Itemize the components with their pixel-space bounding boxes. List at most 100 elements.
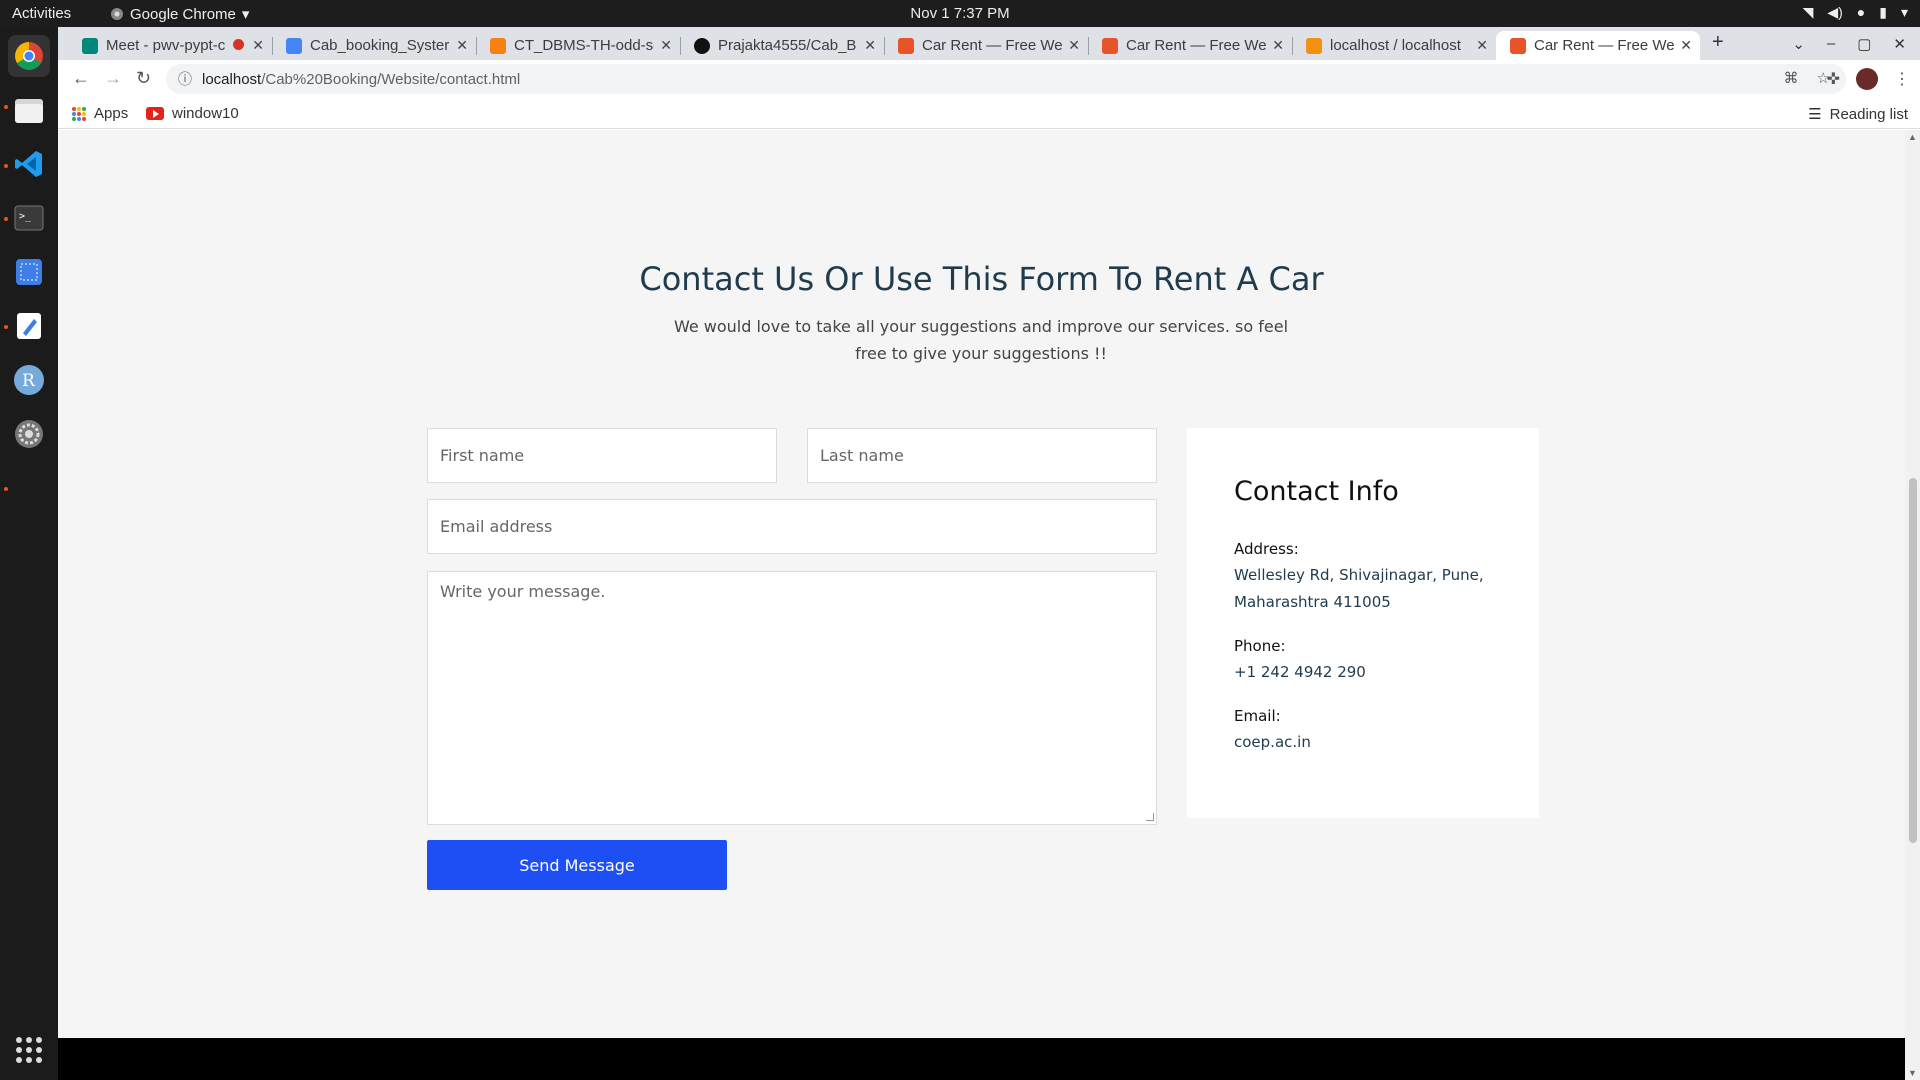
tab-car-rent-2[interactable]: Car Rent — Free Web ✕ <box>1088 31 1292 60</box>
minimize-button[interactable]: – <box>1827 35 1835 52</box>
close-icon[interactable]: ✕ <box>252 37 264 54</box>
reload-icon[interactable]: ↻ <box>136 68 151 89</box>
tab-title: Cab_booking_Syster <box>310 37 450 54</box>
email-input[interactable]: Email address <box>427 499 1157 554</box>
google-meet-icon <box>82 37 98 54</box>
system-tray[interactable]: ◥ ◀) ● ▮ ▾ <box>1803 4 1908 21</box>
svg-text:R: R <box>22 371 36 391</box>
restore-button[interactable]: ▢ <box>1857 35 1871 53</box>
tab-strip: Meet - pwv-pypt-c ✕ Cab_booking_Syster ✕… <box>58 27 1920 60</box>
tab-car-rent-1[interactable]: Car Rent — Free Web ✕ <box>884 31 1088 60</box>
volume-icon: ◀) <box>1827 4 1843 20</box>
colorlib-icon <box>1102 37 1118 54</box>
close-icon[interactable]: ✕ <box>1680 37 1692 54</box>
contact-info-card: Contact Info Address: Wellesley Rd, Shiv… <box>1187 428 1539 818</box>
tab-phpmyadmin[interactable]: localhost / localhost ✕ <box>1292 31 1496 60</box>
dock-settings[interactable] <box>8 413 50 455</box>
github-icon <box>694 37 710 54</box>
page-footer-bar <box>58 1038 1905 1080</box>
wifi-icon: ◥ <box>1802 4 1814 20</box>
new-tab-button[interactable]: + <box>1712 31 1724 54</box>
scrollbar-thumb[interactable] <box>1909 478 1917 843</box>
close-icon[interactable]: ✕ <box>660 37 672 54</box>
clock[interactable]: Nov 1 7:37 PM <box>0 5 1920 22</box>
extensions-puzzle-icon[interactable]: ✜ <box>1827 69 1840 89</box>
tab-search-icon[interactable]: ⌄ <box>1792 35 1805 53</box>
tab-title: localhost / localhost <box>1330 37 1461 54</box>
dock-text-editor[interactable] <box>8 305 50 347</box>
show-apps-icon[interactable] <box>16 1037 42 1063</box>
close-icon[interactable]: ✕ <box>1272 37 1284 54</box>
youtube-icon <box>146 107 164 120</box>
screenshot-icon <box>16 259 42 285</box>
moodle-icon <box>490 37 506 54</box>
tab-github[interactable]: Prajakta4555/Cab_B ✕ <box>680 31 884 60</box>
tab-docs[interactable]: Cab_booking_Syster ✕ <box>272 31 476 60</box>
dock-files[interactable] <box>8 89 50 131</box>
dock-vscode[interactable] <box>8 143 50 185</box>
scroll-up-icon[interactable]: ▲ <box>1908 132 1917 142</box>
tab-title: CT_DBMS-TH-odd-se <box>514 37 654 54</box>
tab-title: Prajakta4555/Cab_B <box>718 37 857 54</box>
profile-avatar[interactable] <box>1856 68 1878 90</box>
battery-icon: ▮ <box>1879 4 1887 20</box>
tab-meet[interactable]: Meet - pwv-pypt-c ✕ <box>68 31 272 60</box>
colorlib-icon <box>898 37 914 54</box>
contact-info-heading: Contact Info <box>1234 476 1399 507</box>
back-arrow-icon[interactable]: ← <box>72 68 90 89</box>
bookmark-label: Apps <box>94 105 129 122</box>
email-value[interactable]: coep.ac.in <box>1234 729 1504 756</box>
phone-value[interactable]: +1 242 4942 290 <box>1234 659 1504 686</box>
bookmark-apps[interactable]: Apps <box>72 105 128 122</box>
google-docs-icon <box>286 37 302 54</box>
url-host: localhost <box>202 70 262 88</box>
folder-icon <box>15 99 43 123</box>
terminal-icon: >_ <box>14 205 44 231</box>
reading-list-button[interactable]: ☰ Reading list <box>1808 105 1908 124</box>
bookmark-label: window10 <box>172 105 239 122</box>
tab-car-rent-active[interactable]: Car Rent — Free Web ✕ <box>1496 31 1700 60</box>
page-title: Contact Us Or Use This Form To Rent A Ca… <box>639 260 1324 298</box>
tab-moodle[interactable]: CT_DBMS-TH-odd-se ✕ <box>476 31 680 60</box>
info-icon[interactable]: ⓘ <box>178 69 192 89</box>
phpmyadmin-icon <box>1306 37 1322 54</box>
running-indicator <box>4 487 8 491</box>
resize-handle-icon[interactable] <box>1146 813 1154 821</box>
translate-icon[interactable]: ⌘ <box>1784 69 1799 87</box>
recording-indicator-icon <box>233 39 244 50</box>
page-subtitle: We would love to take all your suggestio… <box>673 317 1289 363</box>
send-message-button[interactable]: Send Message <box>427 840 727 890</box>
colorlib-icon <box>1510 37 1526 54</box>
forward-arrow-icon[interactable]: → <box>104 68 122 89</box>
scroll-down-icon[interactable]: ▼ <box>1908 1068 1917 1078</box>
chrome-icon <box>15 42 43 70</box>
settings-gear-icon <box>15 420 43 448</box>
first-name-input[interactable]: First name <box>427 428 777 483</box>
dock-screenshot[interactable] <box>8 251 50 293</box>
bookmarks-bar: Apps window10 ☰ Reading list <box>58 98 1920 129</box>
browser-toolbar: ← → ↻ ⓘ localhost/Cab%20Booking/Website/… <box>58 60 1920 98</box>
running-indicator <box>4 105 8 109</box>
close-window-button[interactable]: ✕ <box>1893 35 1906 53</box>
bookmark-window10[interactable]: window10 <box>146 105 239 122</box>
address-label: Address: <box>1234 540 1299 558</box>
reading-list-icon: ☰ <box>1808 106 1822 123</box>
close-icon[interactable]: ✕ <box>1068 37 1080 54</box>
last-name-input[interactable]: Last name <box>807 428 1157 483</box>
dock-rstudio[interactable]: R <box>8 359 50 401</box>
running-indicator <box>4 217 8 221</box>
microphone-icon: ● <box>1856 4 1866 20</box>
dock-terminal[interactable]: >_ <box>8 197 50 239</box>
close-icon[interactable]: ✕ <box>1476 37 1488 54</box>
scrollbar[interactable]: ▲ ▼ <box>1905 130 1920 1080</box>
address-bar[interactable]: ⓘ localhost/Cab%20Booking/Website/contac… <box>166 64 1846 94</box>
chevron-down-icon: ▾ <box>1900 4 1908 20</box>
system-top-bar: Activities Google Chrome ▾ Nov 1 7:37 PM… <box>0 0 1920 27</box>
message-textarea[interactable]: Write your message. <box>427 571 1157 825</box>
svg-text:>_: >_ <box>19 211 32 222</box>
url-path: /Cab%20Booking/Website/contact.html <box>261 70 521 88</box>
close-icon[interactable]: ✕ <box>864 37 876 54</box>
dock-chrome[interactable] <box>8 35 50 77</box>
kebab-menu-icon[interactable]: ⋮ <box>1894 69 1910 89</box>
close-icon[interactable]: ✕ <box>456 37 468 54</box>
